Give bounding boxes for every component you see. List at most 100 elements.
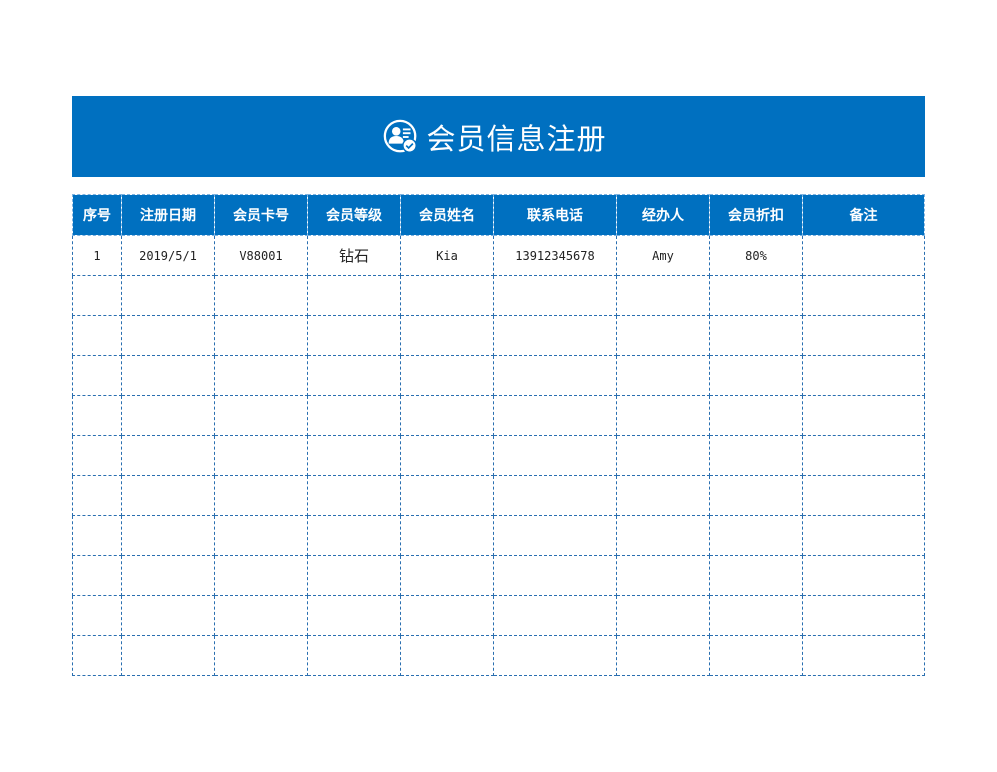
cell-col-card-no[interactable]	[214, 395, 308, 436]
cell-col-remark[interactable]	[802, 235, 925, 276]
cell-col-phone[interactable]	[493, 475, 617, 516]
cell-col-handler[interactable]	[616, 595, 710, 636]
cell-col-handler[interactable]	[616, 395, 710, 436]
cell-col-remark[interactable]	[802, 635, 925, 676]
cell-col-card-no[interactable]	[214, 635, 308, 676]
cell-col-name[interactable]	[400, 555, 494, 596]
cell-col-phone[interactable]	[493, 595, 617, 636]
cell-col-name[interactable]: Kia	[400, 235, 494, 276]
cell-col-reg-date[interactable]	[121, 555, 215, 596]
cell-col-remark[interactable]	[802, 475, 925, 516]
cell-col-name[interactable]	[400, 435, 494, 476]
cell-col-index[interactable]	[72, 435, 122, 476]
cell-col-phone[interactable]	[493, 515, 617, 556]
cell-col-handler[interactable]	[616, 555, 710, 596]
cell-col-level[interactable]	[307, 595, 401, 636]
cell-col-remark[interactable]	[802, 395, 925, 436]
cell-col-remark[interactable]	[802, 435, 925, 476]
cell-col-discount[interactable]	[709, 595, 803, 636]
cell-col-remark[interactable]	[802, 315, 925, 356]
cell-col-reg-date[interactable]	[121, 435, 215, 476]
cell-col-phone[interactable]	[493, 635, 617, 676]
cell-col-reg-date[interactable]: 2019/5/1	[121, 235, 215, 276]
cell-col-card-no[interactable]	[214, 515, 308, 556]
cell-col-reg-date[interactable]	[121, 275, 215, 316]
cell-col-handler[interactable]	[616, 475, 710, 516]
cell-col-level[interactable]	[307, 635, 401, 676]
cell-col-phone[interactable]	[493, 315, 617, 356]
cell-col-level[interactable]	[307, 555, 401, 596]
cell-col-reg-date[interactable]	[121, 315, 215, 356]
cell-col-name[interactable]	[400, 595, 494, 636]
cell-col-reg-date[interactable]	[121, 635, 215, 676]
cell-col-level[interactable]	[307, 435, 401, 476]
cell-col-level[interactable]: 钻石	[307, 235, 401, 276]
cell-col-reg-date[interactable]	[121, 475, 215, 516]
cell-col-level[interactable]	[307, 355, 401, 396]
cell-col-name[interactable]	[400, 275, 494, 316]
cell-col-card-no[interactable]	[214, 355, 308, 396]
cell-col-name[interactable]	[400, 635, 494, 676]
cell-col-reg-date[interactable]	[121, 355, 215, 396]
cell-col-handler[interactable]	[616, 275, 710, 316]
cell-col-discount[interactable]	[709, 555, 803, 596]
cell-col-name[interactable]	[400, 355, 494, 396]
cell-col-reg-date[interactable]	[121, 515, 215, 556]
cell-col-handler[interactable]	[616, 355, 710, 396]
cell-col-index[interactable]	[72, 515, 122, 556]
cell-col-remark[interactable]	[802, 595, 925, 636]
cell-col-reg-date[interactable]	[121, 395, 215, 436]
cell-col-name[interactable]	[400, 515, 494, 556]
cell-col-name[interactable]	[400, 475, 494, 516]
cell-col-discount[interactable]: 80%	[709, 235, 803, 276]
cell-col-index[interactable]: 1	[72, 235, 122, 276]
cell-col-name[interactable]	[400, 395, 494, 436]
cell-col-index[interactable]	[72, 315, 122, 356]
cell-col-discount[interactable]	[709, 475, 803, 516]
cell-col-card-no[interactable]	[214, 475, 308, 516]
cell-col-index[interactable]	[72, 475, 122, 516]
cell-col-handler[interactable]	[616, 435, 710, 476]
cell-col-reg-date[interactable]	[121, 595, 215, 636]
cell-col-index[interactable]	[72, 595, 122, 636]
cell-col-handler[interactable]	[616, 635, 710, 676]
cell-col-card-no[interactable]	[214, 595, 308, 636]
cell-col-level[interactable]	[307, 395, 401, 436]
cell-col-card-no[interactable]	[214, 555, 308, 596]
cell-col-level[interactable]	[307, 315, 401, 356]
cell-col-index[interactable]	[72, 395, 122, 436]
cell-col-level[interactable]	[307, 475, 401, 516]
cell-col-card-no[interactable]	[214, 275, 308, 316]
cell-col-index[interactable]	[72, 555, 122, 596]
cell-col-index[interactable]	[72, 635, 122, 676]
cell-col-index[interactable]	[72, 275, 122, 316]
cell-col-level[interactable]	[307, 515, 401, 556]
cell-col-handler[interactable]: Amy	[616, 235, 710, 276]
cell-col-handler[interactable]	[616, 315, 710, 356]
cell-col-phone[interactable]: 13912345678	[493, 235, 617, 276]
cell-col-discount[interactable]	[709, 315, 803, 356]
cell-col-phone[interactable]	[493, 555, 617, 596]
cell-col-level[interactable]	[307, 275, 401, 316]
cell-col-remark[interactable]	[802, 275, 925, 316]
cell-col-index[interactable]	[72, 355, 122, 396]
cell-col-discount[interactable]	[709, 355, 803, 396]
cell-col-name[interactable]	[400, 315, 494, 356]
cell-col-remark[interactable]	[802, 515, 925, 556]
cell-col-discount[interactable]	[709, 395, 803, 436]
cell-col-remark[interactable]	[802, 555, 925, 596]
cell-col-phone[interactable]	[493, 395, 617, 436]
cell-col-card-no[interactable]: V88001	[214, 235, 308, 276]
cell-col-handler[interactable]	[616, 515, 710, 556]
cell-col-phone[interactable]	[493, 275, 617, 316]
cell-col-phone[interactable]	[493, 435, 617, 476]
member-badge-check-icon	[382, 118, 420, 156]
cell-col-discount[interactable]	[709, 515, 803, 556]
cell-col-discount[interactable]	[709, 275, 803, 316]
cell-col-card-no[interactable]	[214, 435, 308, 476]
cell-col-discount[interactable]	[709, 435, 803, 476]
cell-col-remark[interactable]	[802, 355, 925, 396]
cell-col-phone[interactable]	[493, 355, 617, 396]
cell-col-discount[interactable]	[709, 635, 803, 676]
cell-col-card-no[interactable]	[214, 315, 308, 356]
